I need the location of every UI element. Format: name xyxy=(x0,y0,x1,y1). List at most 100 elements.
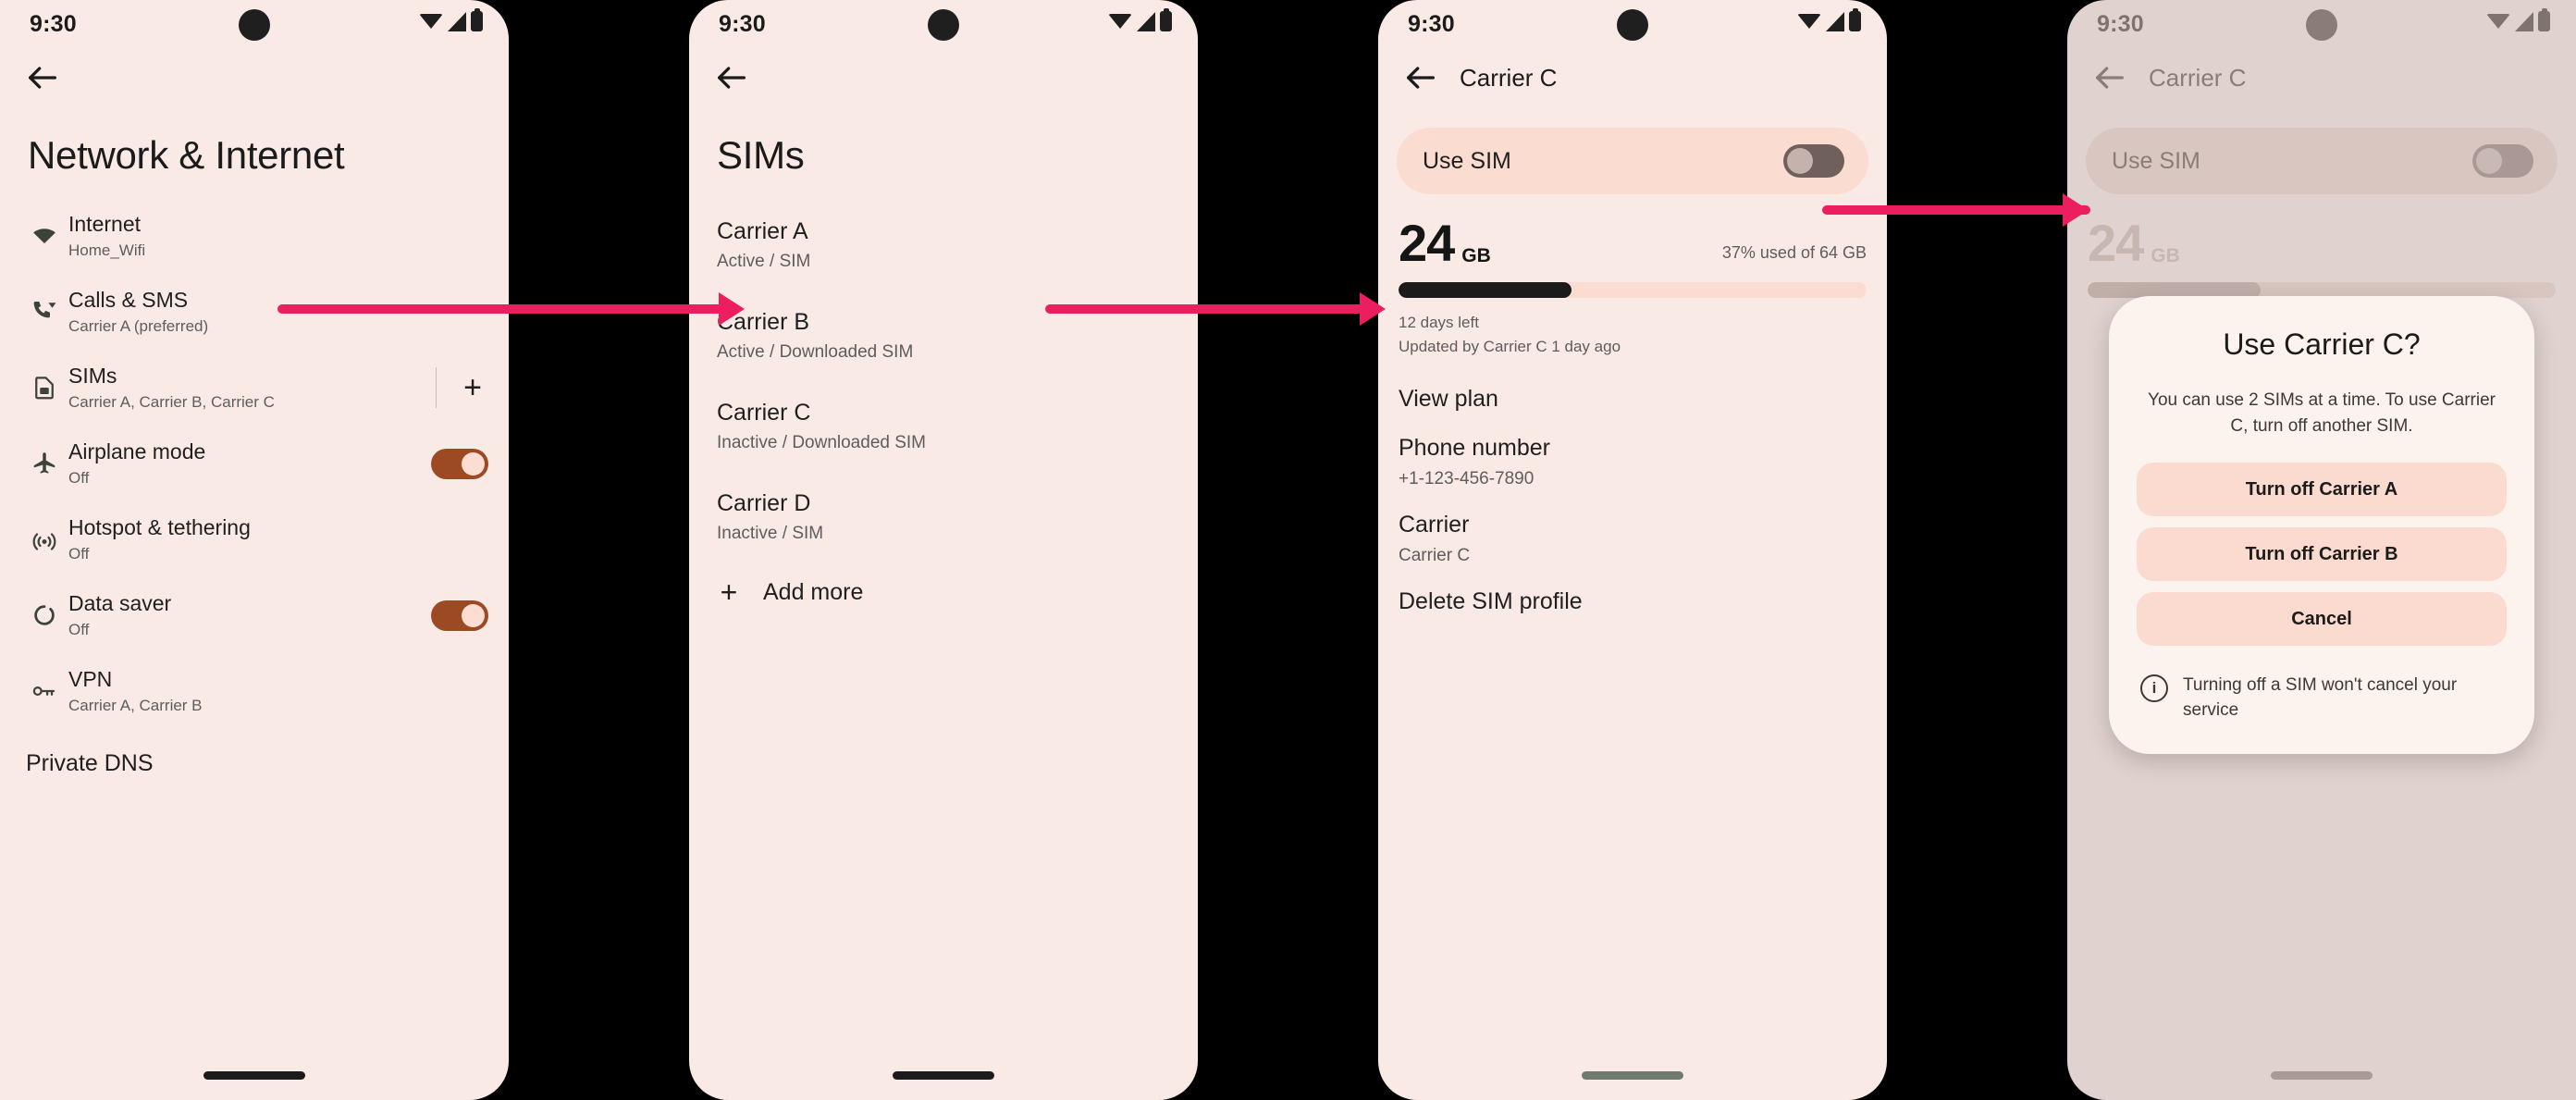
status-bar-clock: 9:30 xyxy=(1408,11,1455,37)
list-item-private-dns[interactable]: Private DNS xyxy=(0,729,509,801)
detail-title: Phone number xyxy=(1399,435,1551,462)
airplane-mode-toggle[interactable] xyxy=(431,448,488,479)
wifi-icon xyxy=(1108,12,1132,31)
toggle-knob xyxy=(462,603,485,627)
data-saver-toggle[interactable] xyxy=(431,599,488,631)
list-item-subtitle: Off xyxy=(68,621,90,639)
wifi-icon xyxy=(1797,12,1821,31)
usage-progress-fill xyxy=(1399,282,1572,299)
usage-progress-bar xyxy=(1399,282,1867,299)
list-item-title: Hotspot & tethering xyxy=(68,514,251,539)
list-item-airplane-mode[interactable]: Airplane mode Off xyxy=(0,426,509,501)
list-item-title: Private DNS xyxy=(26,750,154,776)
back-arrow-icon[interactable] xyxy=(24,59,61,96)
hotspot-icon xyxy=(20,525,68,553)
list-item-subtitle: Carrier A, Carrier B, Carrier C xyxy=(68,393,275,412)
list-item-hotspot-tethering[interactable]: Hotspot & tethering Off xyxy=(0,501,509,577)
cellular-signal-icon xyxy=(448,11,466,31)
flow-diagram: 9:30 Network & Internet Internet Home_Wi… xyxy=(0,0,2576,1100)
front-camera-cutout xyxy=(928,9,959,41)
home-indicator xyxy=(203,1071,305,1080)
status-bar-clock: 9:30 xyxy=(719,11,766,37)
battery-icon xyxy=(1849,8,1861,31)
vpn-key-icon xyxy=(20,677,68,705)
use-sim-label: Use SIM xyxy=(1423,147,1511,174)
dialog-buttons: Turn off Carrier A Turn off Carrier B Ca… xyxy=(2137,463,2507,647)
sim-status: Inactive / SIM xyxy=(717,524,824,543)
status-bar-icons xyxy=(1108,8,1172,31)
list-item-phone-number[interactable]: Phone number +1-123-456-7890 xyxy=(1378,416,1887,493)
dialog-note: i Turning off a SIM won't cancel your se… xyxy=(2137,674,2507,723)
add-more-button[interactable]: + Add more xyxy=(689,562,1198,622)
app-bar xyxy=(0,48,509,107)
turn-off-carrier-a-button[interactable]: Turn off Carrier A xyxy=(2137,463,2507,517)
use-sim-card[interactable]: Use SIM xyxy=(1397,128,1868,194)
list-item-data-saver[interactable]: Data saver Off xyxy=(0,577,509,653)
cancel-button[interactable]: Cancel xyxy=(2137,592,2507,647)
back-arrow-icon[interactable] xyxy=(713,59,750,96)
battery-icon xyxy=(1160,8,1172,31)
list-item-title: Internet xyxy=(68,211,141,236)
back-arrow-icon[interactable] xyxy=(1402,59,1439,96)
toggle-knob xyxy=(462,451,485,476)
sim-name: Carrier A xyxy=(717,218,808,244)
data-saver-icon xyxy=(20,601,68,629)
sim-name: Carrier C xyxy=(717,400,811,426)
list-item-internet[interactable]: Internet Home_Wifi xyxy=(0,198,509,274)
page-title: Network & Internet xyxy=(28,133,345,177)
status-bar: 9:30 xyxy=(0,0,509,48)
app-bar xyxy=(689,48,1198,107)
home-indicator xyxy=(1582,1071,1683,1080)
sim-status: Inactive / Downloaded SIM xyxy=(717,433,927,452)
list-item-title: Data saver xyxy=(68,590,172,615)
home-indicator xyxy=(893,1071,994,1080)
status-bar: 9:30 xyxy=(1378,0,1887,48)
dialog-title: Use Carrier C? xyxy=(2223,328,2421,361)
phone-screen-sims-list: 9:30 SIMs Carrier A Active / SIM Carrier… xyxy=(689,0,1198,1100)
status-bar-icons xyxy=(1797,8,1861,31)
info-icon: i xyxy=(2140,674,2168,703)
turn-off-carrier-b-button[interactable]: Turn off Carrier B xyxy=(2137,527,2507,582)
carrier-detail-list: View plan Phone number +1-123-456-7890 C… xyxy=(1378,358,1887,619)
usage-percent-text: 37% used of 64 GB xyxy=(1721,243,1867,263)
detail-value: Carrier C xyxy=(1399,546,1471,566)
sim-card-icon xyxy=(20,374,68,402)
detail-title: View plan xyxy=(1399,386,1498,413)
list-item-sims[interactable]: SIMs Carrier A, Carrier B, Carrier C + xyxy=(0,350,509,426)
sim-name: Carrier D xyxy=(717,490,811,516)
plus-icon: + xyxy=(720,575,738,609)
list-item-carrier[interactable]: Carrier Carrier C xyxy=(1378,493,1887,570)
usage-updated: Updated by Carrier C 1 day ago xyxy=(1399,337,1621,355)
toggle-knob xyxy=(1787,148,1813,174)
list-item-sim-carrier-c[interactable]: Carrier C Inactive / Downloaded SIM xyxy=(689,381,1198,472)
list-item-title: VPN xyxy=(68,666,113,691)
usage-amount: 24 xyxy=(1399,214,1455,272)
use-sim-toggle[interactable] xyxy=(1783,144,1844,178)
status-bar: 9:30 xyxy=(689,0,1198,48)
cellular-signal-icon xyxy=(1137,11,1155,31)
usage-days-left: 12 days left xyxy=(1399,314,1479,332)
list-item-delete-sim-profile[interactable]: Delete SIM profile xyxy=(1378,570,1887,619)
status-bar-clock: 9:30 xyxy=(30,11,77,37)
data-usage-section: 24 GB 37% used of 64 GB 12 days left Upd… xyxy=(1378,194,1887,358)
list-item-sim[interactable]: Carrier D Inactive / SIM xyxy=(689,472,1198,562)
list-item-title: Airplane mode xyxy=(68,439,206,463)
wifi-icon xyxy=(20,222,68,250)
status-bar-icons xyxy=(419,8,483,31)
sims-row-trailing: + xyxy=(436,367,488,408)
list-item-sim[interactable]: Carrier A Active / SIM xyxy=(689,200,1198,290)
add-sim-button[interactable]: + xyxy=(457,372,488,403)
dialog-body: You can use 2 SIMs at a time. To use Car… xyxy=(2148,390,2496,436)
front-camera-cutout xyxy=(239,9,270,41)
list-item-view-plan[interactable]: View plan xyxy=(1378,367,1887,416)
phone-screen-use-carrier-dialog: 9:30 Carrier C Use SIM 24 GB Use Carrier… xyxy=(2067,0,2576,1100)
use-carrier-dialog: Use Carrier C? You can use 2 SIMs at a t… xyxy=(2109,296,2534,755)
list-item-subtitle: Carrier A (preferred) xyxy=(68,317,209,336)
front-camera-cutout xyxy=(1617,9,1648,41)
list-item-vpn[interactable]: VPN Carrier A, Carrier B xyxy=(0,653,509,729)
phone-screen-network-internet: 9:30 Network & Internet Internet Home_Wi… xyxy=(0,0,509,1100)
sim-status: Active / SIM xyxy=(717,252,811,271)
airplane-icon xyxy=(20,450,68,477)
add-more-label: Add more xyxy=(763,578,864,605)
page-title: SIMs xyxy=(717,133,805,177)
